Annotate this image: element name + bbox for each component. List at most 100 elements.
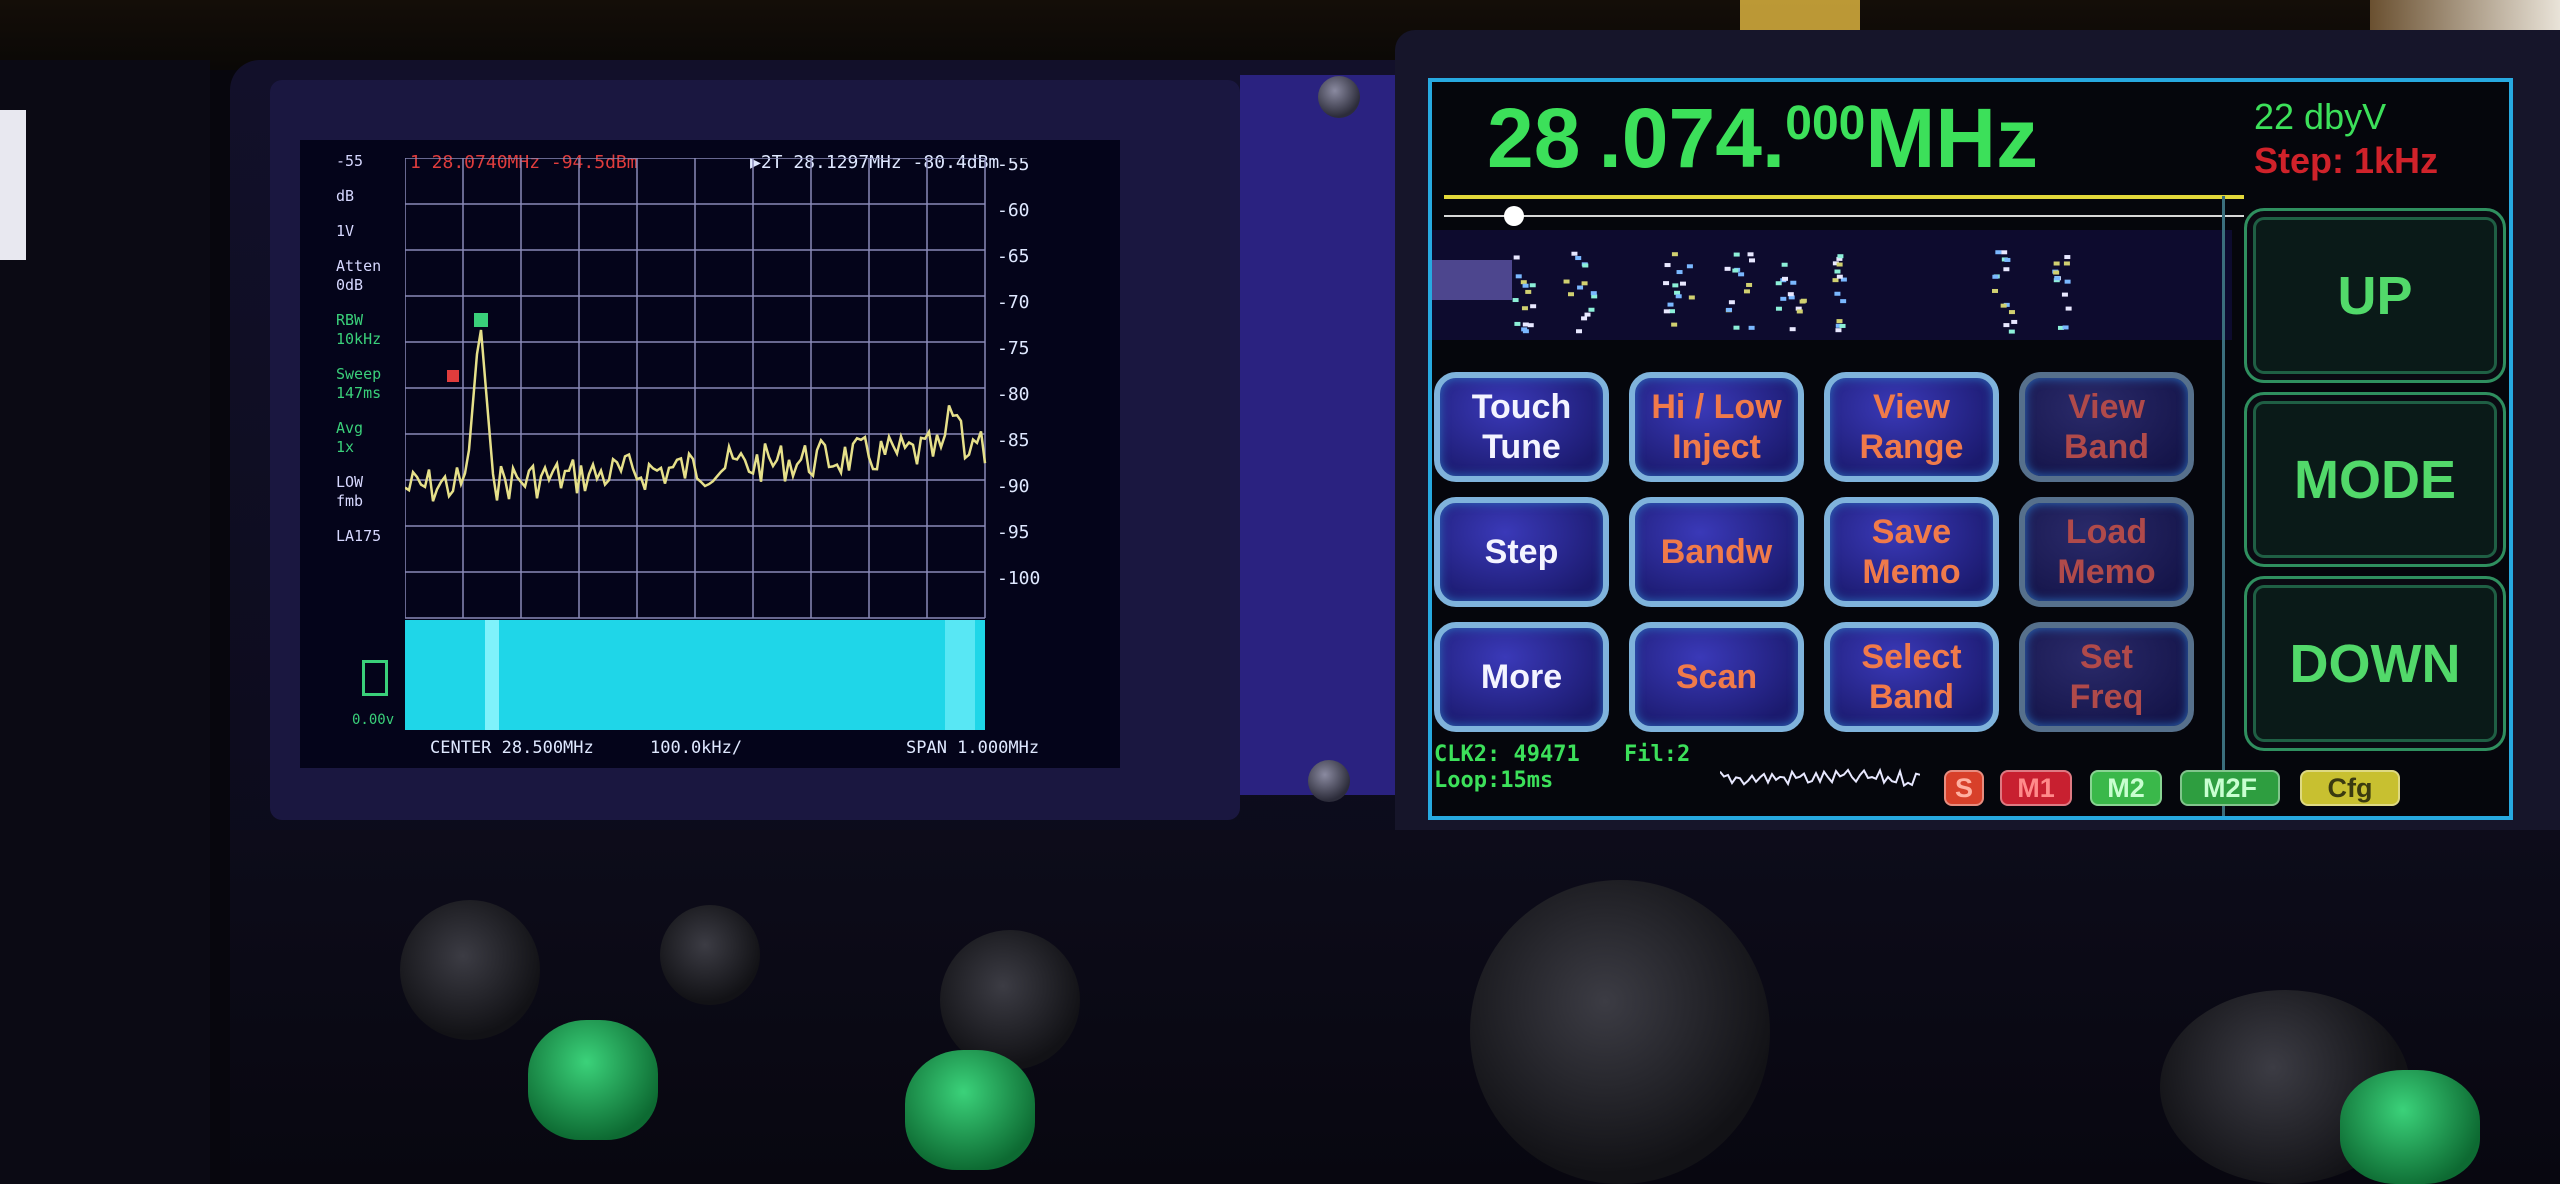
y-tick-label: -80 bbox=[997, 384, 1030, 405]
waterfall-pixel bbox=[1781, 262, 1788, 267]
center-freq-label: CENTER 28.500MHz bbox=[430, 738, 594, 758]
screw bbox=[1308, 760, 1350, 802]
status-badge[interactable]: S bbox=[1944, 770, 1984, 806]
waterfall-pixel bbox=[1663, 309, 1670, 314]
status-badge[interactable]: M2 bbox=[2090, 770, 2162, 806]
scale-per-div-label: 100.0kHz/ bbox=[650, 738, 743, 758]
scan-button[interactable]: Scan bbox=[1629, 622, 1804, 732]
freq-hz: 000 bbox=[1785, 97, 1866, 150]
hi-low-inject-button[interactable]: Hi / Low Inject bbox=[1629, 372, 1804, 482]
view-band-button[interactable]: View Band bbox=[2019, 372, 2194, 482]
frequency-display[interactable]: 28.074.000MHz bbox=[1487, 90, 2038, 187]
waterfall-pixel bbox=[1563, 279, 1570, 284]
waterfall-pixel bbox=[1747, 252, 1754, 257]
span-label: SPAN 1.000MHz bbox=[906, 738, 1040, 758]
waterfall-pixel bbox=[1992, 274, 1999, 279]
y-tick-label: -65 bbox=[997, 246, 1030, 267]
waterfall-pixel bbox=[1782, 276, 1789, 281]
freq-khz: .074. bbox=[1598, 91, 1786, 185]
waterfall-pixel bbox=[1581, 316, 1588, 321]
waterfall-pixel bbox=[1733, 252, 1740, 257]
rotary-knob[interactable] bbox=[940, 930, 1080, 1070]
waterfall-pixel bbox=[1582, 263, 1589, 268]
waterfall-pixel bbox=[1525, 289, 1532, 294]
scale-unit-label: dB bbox=[336, 187, 355, 205]
waterfall-pixel bbox=[2001, 250, 2008, 255]
status-badge[interactable]: M1 bbox=[2000, 770, 2072, 806]
waterfall-pixel bbox=[1835, 328, 1842, 333]
waterfall-pixel bbox=[2064, 255, 2071, 260]
waterfall-pixel bbox=[1832, 278, 1839, 283]
y-tick-label: -55 bbox=[997, 158, 1030, 175]
waterfall-pixel bbox=[1571, 251, 1578, 256]
down-button[interactable]: DOWN bbox=[2244, 576, 2506, 751]
status-badge[interactable]: M2F bbox=[2180, 770, 2280, 806]
touch-tune-button[interactable]: Touch Tune bbox=[1434, 372, 1609, 482]
waterfall-pixel bbox=[1839, 323, 1846, 328]
scale-div-label: 1V bbox=[336, 222, 355, 240]
center-panel bbox=[1240, 75, 1410, 795]
waterfall-pixel bbox=[1529, 283, 1536, 288]
waterfall-pixel bbox=[1748, 325, 1755, 330]
waterfall-pixel bbox=[1672, 283, 1679, 288]
waterfall-pixel bbox=[2063, 261, 2070, 266]
view-range-button[interactable]: View Range bbox=[1824, 372, 1999, 482]
waterfall-pixel bbox=[1575, 256, 1582, 261]
function-button-grid: Touch Tune Hi / Low Inject View Range Vi… bbox=[1434, 372, 2216, 772]
more-button[interactable]: More bbox=[1434, 622, 1609, 732]
battery-voltage: 0.00v bbox=[352, 712, 395, 728]
waterfall-pixel bbox=[1527, 323, 1534, 328]
step-button[interactable]: Step bbox=[1434, 497, 1609, 607]
waterfall-pixel bbox=[1581, 281, 1588, 286]
mode-label[interactable]: LOW fmb bbox=[336, 473, 406, 511]
waterfall-pixel bbox=[1775, 306, 1782, 311]
bandwidth-button[interactable]: Bandw bbox=[1629, 497, 1804, 607]
sweep-label[interactable]: Sweep 147ms bbox=[336, 365, 406, 403]
y-tick-label: -70 bbox=[997, 292, 1030, 313]
background-monitor-edge bbox=[0, 110, 26, 260]
waterfall-pixel bbox=[1686, 264, 1693, 269]
waterfall-pixel bbox=[2061, 292, 2068, 297]
waterfall-pixel bbox=[2062, 325, 2069, 330]
waterfall-pixel bbox=[1576, 329, 1583, 334]
waterfall-pixel bbox=[1664, 263, 1671, 268]
y-axis-labels: -55 -60 -65 -70 -75 -80 -85 -90 -95 -100 bbox=[997, 158, 1040, 589]
waterfall-pixel bbox=[1749, 258, 1756, 263]
rotary-knob[interactable] bbox=[660, 905, 760, 1005]
toggle-switch[interactable] bbox=[400, 900, 540, 1040]
tuning-knob[interactable] bbox=[1470, 880, 1770, 1184]
waterfall-pixel bbox=[1800, 298, 1807, 303]
spectrum-analyzer-screen: 1 28.0740MHz -94.5dBm ▶2T 28.1297MHz -80… bbox=[300, 140, 1120, 768]
green-knob-cap[interactable] bbox=[528, 1020, 658, 1140]
select-band-button[interactable]: Select Band bbox=[1824, 622, 1999, 732]
avg-label[interactable]: Avg 1x bbox=[336, 419, 406, 457]
spectrum-plot: -55 -60 -65 -70 -75 -80 -85 -90 -95 -100 bbox=[405, 158, 1040, 730]
load-memo-button[interactable]: Load Memo bbox=[2019, 497, 2194, 607]
status-badge[interactable]: Cfg bbox=[2300, 770, 2400, 806]
waterfall-pixel bbox=[1733, 325, 1740, 330]
waterfall-pixel bbox=[1995, 250, 2002, 255]
set-freq-button[interactable]: Set Freq bbox=[2019, 622, 2194, 732]
save-memo-button[interactable]: Save Memo bbox=[1824, 497, 1999, 607]
waterfall-pixel bbox=[1667, 302, 1674, 307]
waterfall-pixel bbox=[1746, 282, 1753, 287]
waterfall-pixel bbox=[1679, 281, 1686, 286]
spectrum-grid bbox=[405, 158, 986, 619]
waterfall-pixel bbox=[1521, 306, 1528, 311]
green-knob-cap[interactable] bbox=[2340, 1070, 2480, 1184]
tuning-cursor[interactable] bbox=[1504, 206, 1524, 226]
rbw-label[interactable]: RBW 10kHz bbox=[336, 311, 406, 349]
clk-readout: CLK2: 49471 bbox=[1434, 742, 1580, 767]
waterfall-pixel bbox=[1836, 274, 1843, 279]
waterfall-pixel bbox=[1663, 281, 1670, 286]
waterfall-pixel bbox=[1837, 254, 1844, 259]
waterfall-pixel bbox=[1676, 270, 1683, 275]
panel-divider bbox=[2222, 196, 2225, 816]
green-knob-cap[interactable] bbox=[905, 1050, 1035, 1170]
receiver-waterfall[interactable] bbox=[1432, 230, 2232, 340]
atten-label[interactable]: Atten 0dB bbox=[336, 257, 406, 295]
up-button[interactable]: UP bbox=[2244, 208, 2506, 383]
mode-button[interactable]: MODE bbox=[2244, 392, 2506, 567]
filter-readout: Fil:2 bbox=[1624, 742, 1691, 767]
tuning-bar[interactable] bbox=[1444, 195, 2244, 199]
